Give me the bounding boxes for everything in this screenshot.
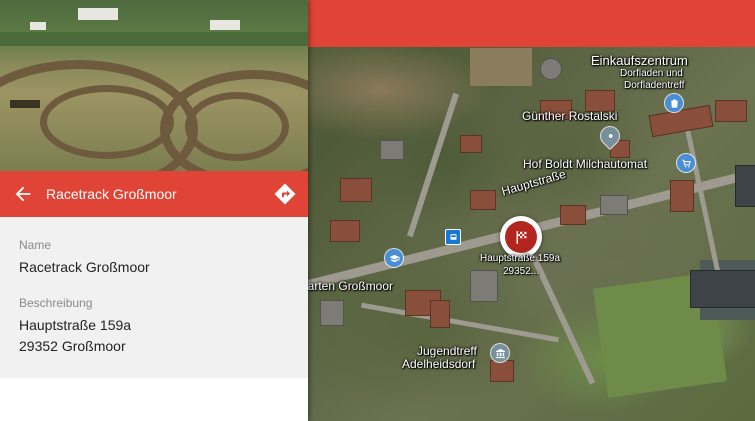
description-line-1: Hauptstraße 159a bbox=[19, 317, 132, 333]
building bbox=[78, 8, 118, 20]
checkered-flag-icon bbox=[505, 221, 537, 253]
building bbox=[715, 100, 747, 122]
vehicle bbox=[10, 100, 40, 108]
poi-sublabel: Dorfladen und bbox=[620, 68, 683, 79]
field bbox=[470, 48, 532, 86]
shopping-cart-icon[interactable] bbox=[677, 154, 695, 172]
race-track bbox=[40, 85, 174, 159]
marker-label-line2: 29352... bbox=[503, 266, 540, 277]
street-label: Hauptstraße bbox=[500, 166, 568, 199]
building bbox=[430, 300, 450, 328]
tree-line bbox=[0, 32, 308, 46]
bus-stop-icon[interactable] bbox=[445, 229, 461, 245]
race-track bbox=[185, 92, 289, 161]
building bbox=[690, 270, 755, 308]
map-header-bar bbox=[308, 0, 755, 47]
poi-label[interactable]: Einkaufszentrum bbox=[591, 53, 688, 68]
description-label: Beschreibung bbox=[19, 296, 93, 310]
poi-sublabel: Adelheidsdorf bbox=[402, 357, 476, 371]
directions-icon bbox=[274, 183, 296, 205]
poi-label[interactable]: Jugendtreff bbox=[417, 344, 477, 358]
building bbox=[470, 270, 498, 302]
arrow-left-icon bbox=[15, 186, 31, 202]
building bbox=[340, 178, 372, 202]
location-photo bbox=[0, 0, 308, 171]
building bbox=[490, 360, 514, 382]
poi-label[interactable]: Günther Rostalski bbox=[522, 109, 617, 123]
building bbox=[330, 220, 360, 242]
poi-label[interactable]: Hof Boldt Milchautomat bbox=[523, 157, 647, 171]
side-road bbox=[361, 302, 559, 343]
side-road bbox=[406, 92, 460, 238]
museum-icon[interactable] bbox=[491, 344, 509, 362]
description-line-2: 29352 Großmoor bbox=[19, 338, 126, 354]
building bbox=[210, 20, 240, 30]
building bbox=[320, 300, 344, 326]
app-bar: Racetrack Großmoor bbox=[0, 171, 308, 217]
building bbox=[560, 205, 586, 225]
building bbox=[600, 195, 628, 215]
side-road bbox=[530, 255, 596, 385]
building bbox=[670, 180, 694, 212]
name-label: Name bbox=[19, 238, 52, 252]
building bbox=[460, 135, 482, 153]
poi-label[interactable]: rgarten Großmoor bbox=[297, 279, 393, 293]
building bbox=[735, 165, 755, 207]
directions-button[interactable] bbox=[262, 171, 308, 217]
details-panel: Racetrack Großmoor Name Racetrack Großmo… bbox=[0, 0, 308, 421]
selected-location-marker[interactable] bbox=[500, 216, 542, 258]
building bbox=[540, 58, 562, 80]
building bbox=[380, 140, 404, 160]
back-button[interactable] bbox=[0, 171, 46, 217]
marker-label-line1: Hauptstraße 159a bbox=[480, 253, 561, 264]
graduation-cap-icon[interactable] bbox=[385, 249, 403, 267]
poi-sublabel: Dorfladentreff bbox=[624, 80, 685, 91]
building bbox=[470, 190, 496, 210]
name-value: Racetrack Großmoor bbox=[19, 259, 150, 275]
app-bar-title: Racetrack Großmoor bbox=[46, 186, 177, 202]
building bbox=[30, 22, 46, 30]
shopping-bag-icon[interactable] bbox=[665, 94, 683, 112]
details-section: Name Racetrack Großmoor Beschreibung Hau… bbox=[0, 217, 308, 378]
building bbox=[648, 104, 714, 138]
